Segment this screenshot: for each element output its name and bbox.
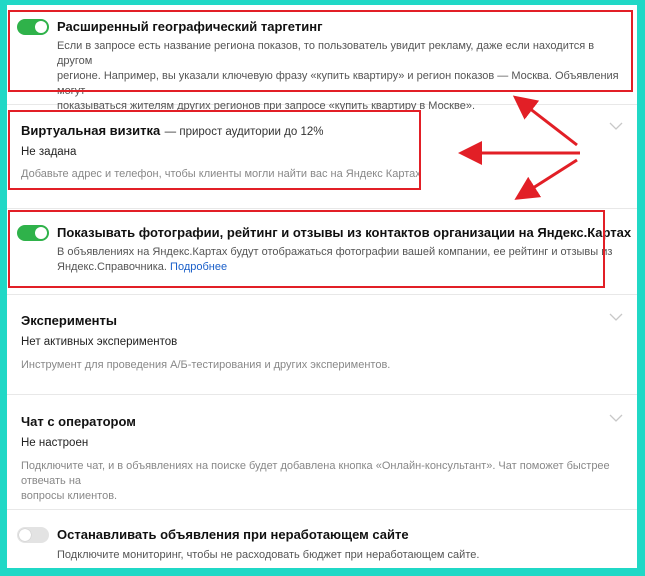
experiments-title: Эксперименты <box>21 313 117 328</box>
show-photos-title: Показывать фотографии, рейтинг и отзывы … <box>57 225 632 240</box>
operator-chat-section[interactable]: Чат с оператором Не настроен Подключите … <box>7 395 637 510</box>
experiments-value: Нет активных экспериментов <box>21 336 178 348</box>
desc-line: Если в запросе есть название региона пок… <box>57 40 595 67</box>
toggle-knob <box>35 21 47 33</box>
toggle-knob <box>35 227 47 239</box>
experiments-section[interactable]: Эксперименты Нет активных экспериментов … <box>7 295 637 395</box>
geo-targeting-toggle[interactable] <box>17 19 49 35</box>
experiments-hint: Инструмент для проведения А/Б-тестирован… <box>21 359 391 371</box>
business-card-section[interactable]: Виртуальная визитка — прирост аудитории … <box>7 105 637 209</box>
operator-chat-hint: Подключите чат, и в объявлениях на поиск… <box>21 459 621 504</box>
show-photos-description: В объявлениях на Яндекс.Картах будут ото… <box>57 245 617 275</box>
show-photos-section: Показывать фотографии, рейтинг и отзывы … <box>7 209 637 295</box>
chevron-down-icon[interactable] <box>609 413 623 423</box>
business-card-value: Не задана <box>21 146 77 158</box>
operator-chat-value: Не настроен <box>21 437 89 449</box>
operator-chat-title: Чат с оператором <box>21 414 136 429</box>
business-card-title: Виртуальная визитка <box>21 123 161 138</box>
desc-line: регионе. Например, вы указали ключевую ф… <box>57 70 619 97</box>
toggle-knob <box>19 529 31 541</box>
chevron-down-icon[interactable] <box>609 312 623 322</box>
geo-targeting-section: Расширенный географический таргетинг Есл… <box>7 5 637 112</box>
desc-text: Яндекс.Справочника. <box>57 261 167 273</box>
business-card-hint: Добавьте адрес и телефон, чтобы клиенты … <box>21 168 421 180</box>
desc-line: В объявлениях на Яндекс.Картах будут ото… <box>57 246 613 258</box>
stop-on-site-down-toggle[interactable] <box>17 527 49 543</box>
stop-on-site-down-title: Останавливать объявления при неработающе… <box>57 527 409 542</box>
geo-targeting-title: Расширенный географический таргетинг <box>57 19 323 34</box>
business-card-heading: Виртуальная визитка — прирост аудитории … <box>21 122 323 140</box>
stop-on-site-down-hint: Подключите мониторинг, чтобы не расходов… <box>57 549 480 561</box>
geo-targeting-description: Если в запросе есть название региона пок… <box>57 39 627 114</box>
hint-line: вопросы клиентов. <box>21 490 118 502</box>
settings-panel: Расширенный географический таргетинг Есл… <box>7 5 637 568</box>
business-card-title-suffix: — прирост аудитории до 12% <box>164 126 324 138</box>
show-photos-toggle[interactable] <box>17 225 49 241</box>
desc-line: Яндекс.Справочника. Подробнее <box>57 260 617 275</box>
stop-on-site-down-section: Останавливать объявления при неработающе… <box>7 510 637 568</box>
hint-line: Подключите чат, и в объявлениях на поиск… <box>21 460 610 487</box>
learn-more-link[interactable]: Подробнее <box>170 261 227 273</box>
chevron-down-icon[interactable] <box>609 121 623 131</box>
